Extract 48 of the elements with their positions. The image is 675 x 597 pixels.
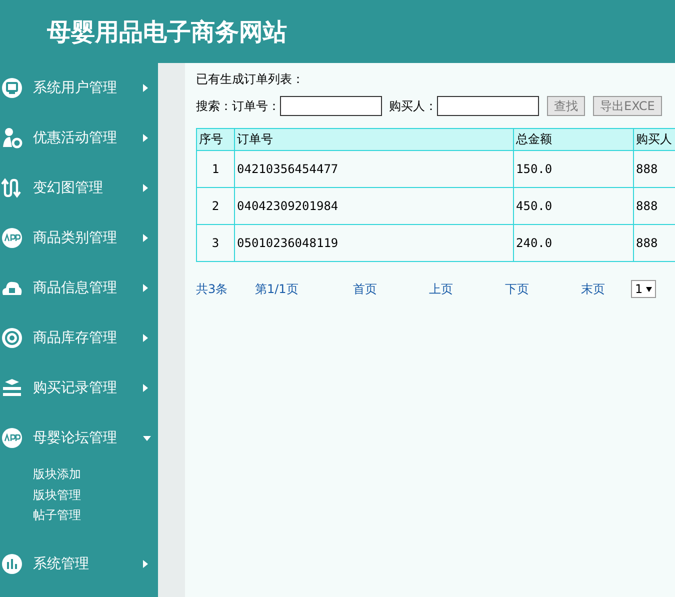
dropdown-arrow-icon bbox=[646, 286, 652, 292]
page-indicator: 第1/1页 bbox=[255, 280, 300, 298]
column-header: 序号 bbox=[196, 128, 234, 150]
input-field[interactable] bbox=[437, 96, 539, 116]
table-cell: 888 bbox=[634, 224, 675, 262]
export-button[interactable]: 导出EXCE bbox=[593, 96, 662, 116]
total-count: 共3条 bbox=[196, 280, 229, 298]
menu-item[interactable]: 商品库存管理 bbox=[0, 313, 158, 363]
table-cell: 888 bbox=[634, 188, 675, 224]
table-cell: 240.0 bbox=[514, 224, 634, 262]
site-title: 母婴用品电子商务网站 bbox=[47, 16, 287, 48]
page-link[interactable]: 下页 bbox=[505, 280, 529, 298]
table-cell: 450.0 bbox=[514, 188, 634, 224]
stack-icon bbox=[1, 377, 23, 399]
menu-item[interactable]: 购买记录管理 bbox=[0, 363, 158, 413]
field-label: 购买人： bbox=[389, 98, 437, 114]
column-header: 订单号 bbox=[234, 128, 514, 150]
page-select[interactable]: 1 bbox=[631, 280, 656, 298]
table-cell: 05010236048119 bbox=[234, 224, 514, 262]
menu-item[interactable]: 优惠活动管理 bbox=[0, 113, 158, 163]
arrows-icon bbox=[1, 177, 23, 199]
input-field[interactable] bbox=[280, 96, 382, 116]
table-cell: 888 bbox=[634, 150, 675, 188]
page-link[interactable]: 首页 bbox=[353, 280, 377, 298]
menu-item[interactable]: 系统用户管理 bbox=[0, 63, 158, 113]
table-cell: 1 bbox=[196, 150, 234, 188]
table-cell: 04042309201984 bbox=[234, 188, 514, 224]
column-header: 总金额 bbox=[514, 128, 634, 150]
menu-item[interactable]: 商品类别管理 bbox=[0, 213, 158, 263]
search-button[interactable]: 查找 bbox=[547, 96, 585, 116]
column-header: 购买人 bbox=[634, 128, 675, 150]
submenu-item[interactable]: 帖子管理 bbox=[33, 505, 81, 526]
field-label: 订单号： bbox=[232, 98, 280, 114]
search-label: 搜索： bbox=[196, 98, 232, 114]
user-gear-icon bbox=[1, 127, 23, 149]
menu-item[interactable]: 母婴论坛管理 bbox=[0, 413, 158, 463]
menu-item[interactable]: 变幻图管理 bbox=[0, 163, 158, 213]
table-cell: 150.0 bbox=[514, 150, 634, 188]
menu-item[interactable]: 商品信息管理 bbox=[0, 263, 158, 313]
menu-item[interactable]: 系统管理 bbox=[0, 538, 158, 588]
table-cell: 2 bbox=[196, 188, 234, 224]
page-link[interactable]: 末页 bbox=[581, 280, 605, 298]
submenu-item[interactable]: 版块添加 bbox=[33, 464, 81, 484]
submenu-item[interactable]: 版块管理 bbox=[33, 484, 81, 505]
table-cell: 04210356454477 bbox=[234, 150, 514, 188]
page-link[interactable]: 上页 bbox=[429, 280, 453, 298]
table-cell: 3 bbox=[196, 224, 234, 262]
list-heading: 已有生成订单列表： bbox=[196, 71, 304, 88]
